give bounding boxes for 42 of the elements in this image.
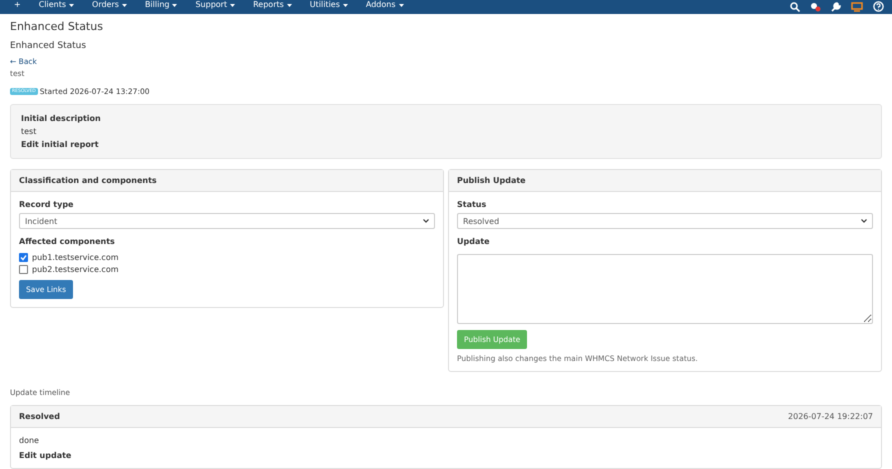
checkbox[interactable] [19,253,28,262]
checkbox-label: pub1.testservice.com [32,253,119,262]
page-title: Enhanced Status [10,20,104,33]
nav-menu-item[interactable]: Billing [138,0,184,14]
caret-icon [172,4,178,6]
record-type-select[interactable]: Incident [19,213,435,229]
entry-time: 2026-07-24 19:22:07 [788,412,873,421]
field-label: Affected components [19,237,115,246]
nav-menu-item[interactable]: Support [189,0,242,14]
field-label: Record type [19,200,74,209]
status-select[interactable]: Resolved [457,213,873,229]
entry-text: done [19,436,39,445]
chevron-down-icon [423,219,429,223]
nav-menu-item[interactable]: Utilities [304,0,354,14]
search-icon[interactable] [790,2,800,12]
checkbox[interactable] [19,265,28,274]
panel-header: Publish Update [449,170,881,192]
nav-menu-item[interactable]: Orders [86,0,133,14]
caret-icon [398,4,404,6]
monitor-icon[interactable] [851,2,863,12]
entry-status: Resolved [19,412,60,421]
field-label: Status [457,200,486,209]
panel-header: Classification and components [11,170,443,192]
caret-icon [122,4,127,6]
help-icon[interactable] [873,1,884,12]
caret-icon [286,4,292,6]
description-label: Initial description [21,114,102,123]
nav-menu-item[interactable]: Clients [32,0,80,14]
wrench-icon[interactable] [831,2,841,12]
add-button[interactable]: + [8,0,27,14]
edit-report-link[interactable]: Edit initial report [21,140,871,149]
nav-menu-item[interactable]: Reports [247,0,298,14]
checkbox-label: pub2.testservice.com [32,265,119,274]
caret-icon [69,4,74,6]
description-text: test [21,127,38,136]
caret-icon [230,4,236,6]
caret-icon [342,4,348,6]
nav-menu-item[interactable]: Addons [360,0,410,14]
section-title: Enhanced Status [10,41,88,51]
field-label: Update [457,237,490,246]
edit-update-link[interactable]: Edit update [19,451,72,460]
chevron-down-icon [861,219,867,223]
